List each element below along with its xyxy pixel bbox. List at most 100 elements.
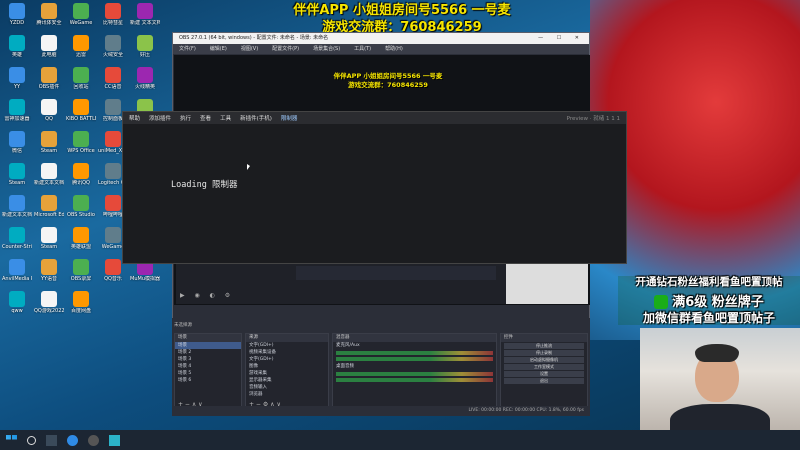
- obs-title: OBS 27.0.1 (64 bit, windows) - 配置文件: 未命名…: [179, 35, 329, 41]
- desktop-icon[interactable]: YY语音: [34, 259, 64, 282]
- preview-banner-line-1: 伴伴APP 小姐姐房间号5566 一号麦: [333, 72, 443, 80]
- desktop-icon[interactable]: OBS录屏: [66, 259, 96, 282]
- obs-menu-item[interactable]: 工具(T): [354, 44, 371, 54]
- desktop-icon-label: 腾讯QQ: [72, 180, 90, 186]
- desktop-icon-label: Steam: [40, 148, 58, 154]
- control-button[interactable]: 设置: [504, 371, 584, 377]
- desktop-icon[interactable]: 微信: [2, 131, 32, 154]
- volume-meter[interactable]: [336, 351, 493, 355]
- desktop-icon[interactable]: YZDD: [2, 3, 32, 26]
- source-item[interactable]: 显示器采集: [246, 377, 328, 384]
- desktop-icon[interactable]: AnvilMedia Reader: [2, 259, 32, 282]
- desktop-icon[interactable]: Counter-Strike 2: [2, 227, 32, 250]
- plugin-menu-item[interactable]: 工具: [220, 114, 231, 122]
- obs-menu-item[interactable]: 视图(V): [241, 44, 258, 54]
- source-item[interactable]: 音频输入: [246, 384, 328, 391]
- source-item[interactable]: 视频采集设备: [246, 349, 328, 356]
- desktop-icon[interactable]: WeGame: [66, 3, 96, 26]
- desktop-icon[interactable]: 此电脑: [34, 35, 64, 58]
- volume-meter[interactable]: [336, 357, 493, 361]
- desktop-icon[interactable]: OBS Studio: [66, 195, 96, 218]
- desktop-icon[interactable]: 迅雷: [66, 35, 96, 58]
- desktop-icon[interactable]: 新建文本文档: [2, 195, 32, 218]
- desktop-icon[interactable]: 火绒安全: [98, 35, 128, 58]
- source-item[interactable]: 文字(GDI+): [246, 356, 328, 363]
- preview-toolbar-icons[interactable]: ▶ ◉ ◐ ⚙: [180, 292, 234, 299]
- desktop-icon[interactable]: YY: [2, 67, 32, 90]
- obs-menu-item[interactable]: 配置文件(P): [272, 44, 299, 54]
- desktop-icon[interactable]: qww: [2, 291, 32, 314]
- plugin-menu-item[interactable]: 执行: [180, 114, 191, 122]
- obs-menu-item[interactable]: 编辑(E): [210, 44, 227, 54]
- desktop-icon[interactable]: 比特彗星: [98, 3, 128, 26]
- desktop-icon[interactable]: 好压: [130, 35, 160, 58]
- obs-menu-item[interactable]: 帮助(H): [385, 44, 403, 54]
- plugin-menu-item[interactable]: 添加插件: [149, 114, 171, 122]
- webcam-thumbnail: [506, 264, 588, 304]
- scene-item[interactable]: 场景 2: [175, 349, 241, 356]
- obs-taskbar-icon[interactable]: [88, 434, 99, 446]
- desktop-icon[interactable]: 英雄: [2, 35, 32, 58]
- scene-item[interactable]: 场景 4: [175, 363, 241, 370]
- desktop-icon[interactable]: 腾讯QQ: [66, 163, 96, 186]
- desktop-icon[interactable]: 回收站: [66, 67, 96, 90]
- plugin-menu-item[interactable]: 帮助: [129, 114, 140, 122]
- desktop-icon[interactable]: QQ游戏2022: [34, 291, 64, 314]
- desktop-icon[interactable]: 新建 文本文档: [130, 3, 160, 26]
- app-icon: [73, 163, 89, 179]
- desktop-icon[interactable]: Steam: [34, 131, 64, 154]
- control-button[interactable]: 停止录制: [504, 350, 584, 356]
- source-item[interactable]: 游戏采集: [246, 370, 328, 377]
- app-icon: [9, 291, 25, 307]
- desktop-icon-label: 回收站: [73, 84, 89, 90]
- desktop-icon[interactable]: 雷神加速器: [2, 99, 32, 122]
- scene-item[interactable]: 场景: [175, 342, 241, 349]
- scene-item[interactable]: 场景 6: [175, 377, 241, 384]
- control-button[interactable]: 启动虚拟摄像机: [504, 357, 584, 363]
- source-item[interactable]: 文字(GDI+): [246, 342, 328, 349]
- desktop-icon-label: YY: [13, 84, 21, 90]
- task-view-icon[interactable]: [46, 434, 57, 446]
- control-button[interactable]: 工作室模式: [504, 364, 584, 370]
- window-controls[interactable]: — ☐ ✕: [538, 33, 589, 44]
- promo-line-1: 开通钻石粉丝福利看鱼吧置顶帖: [635, 276, 783, 288]
- desktop-icon[interactable]: 新建文本文档 (2): [34, 163, 64, 186]
- desktop-icon[interactable]: 百度网盘: [66, 291, 96, 314]
- desktop-icon[interactable]: CC语音: [98, 67, 128, 90]
- source-item[interactable]: 图像: [246, 363, 328, 370]
- desktop-icon[interactable]: Steam: [2, 163, 32, 186]
- control-button[interactable]: 停止推流: [504, 343, 584, 349]
- desktop-icon[interactable]: KIBO BATTLE: [66, 99, 96, 122]
- desktop-icon[interactable]: Microsoft Edge: [34, 195, 64, 218]
- app-icon: [41, 259, 57, 275]
- desktop-icon[interactable]: 火线精英: [130, 67, 160, 90]
- start-button-icon[interactable]: [6, 434, 17, 440]
- desktop-icon-label: 火绒安全: [102, 52, 123, 58]
- dock-header: 未选择源: [174, 323, 192, 328]
- desktop-icon[interactable]: OBS插件: [34, 67, 64, 90]
- app-icon: [9, 67, 25, 83]
- edge-icon[interactable]: [67, 434, 78, 446]
- control-button[interactable]: 退出: [504, 378, 584, 384]
- desktop-icon[interactable]: 腾讯体安全: [34, 3, 64, 26]
- plugin-menu-item[interactable]: 新插件(手机): [240, 114, 272, 122]
- desktop-icon[interactable]: Steam: [34, 227, 64, 250]
- app-icon: [73, 67, 89, 83]
- plugin-menu-item[interactable]: 查看: [200, 114, 211, 122]
- obs-menu-item[interactable]: 场景集合(S): [313, 44, 340, 54]
- app-taskbar-icon[interactable]: [109, 434, 120, 446]
- volume-meter[interactable]: [336, 378, 493, 382]
- desktop-icon-label: 火线精英: [134, 84, 155, 90]
- plugin-menu-item[interactable]: 限制器: [281, 114, 298, 122]
- desktop-icon-label: MuMu模拟器: [130, 276, 160, 282]
- desktop-icon[interactable]: WPS Office: [66, 131, 96, 154]
- volume-meter[interactable]: [336, 372, 493, 376]
- app-icon: [137, 35, 153, 51]
- desktop-icon[interactable]: 英雄联盟: [66, 227, 96, 250]
- source-item[interactable]: 浏览器: [246, 391, 328, 398]
- obs-menu-item[interactable]: 文件(F): [179, 44, 196, 54]
- desktop-icon[interactable]: QQ: [34, 99, 64, 122]
- scene-item[interactable]: 场景 3: [175, 356, 241, 363]
- search-icon[interactable]: [27, 435, 36, 445]
- scene-item[interactable]: 场景 5: [175, 370, 241, 377]
